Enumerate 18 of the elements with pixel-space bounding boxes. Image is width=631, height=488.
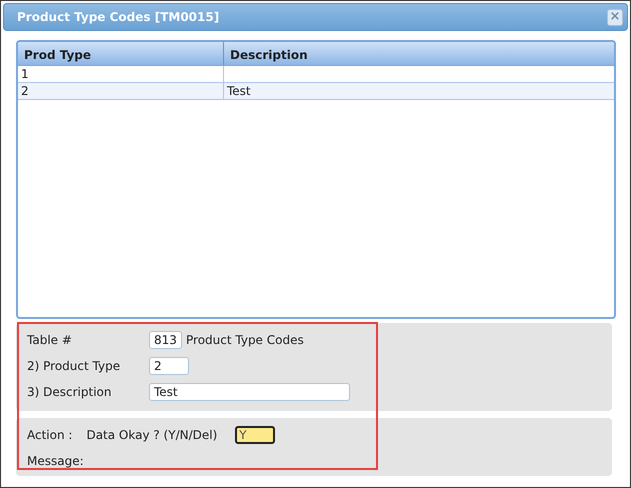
table-cell: 2 (18, 83, 224, 99)
table-name: Product Type Codes (186, 332, 304, 349)
table-cell: 1 (18, 66, 224, 82)
column-header[interactable]: Prod Type (18, 42, 224, 65)
field-label: Table # (27, 332, 73, 349)
grid-row[interactable]: 2 Test (18, 83, 614, 100)
input-field[interactable]: 2 (149, 357, 189, 375)
field-label: 2) Product Type (27, 358, 122, 375)
column-header[interactable]: Description (224, 42, 614, 65)
window-title: Product Type Codes [TM0015] (17, 9, 220, 26)
prompt-text: Data Okay ? (Y/N/Del) (86, 427, 218, 444)
message-label: Message: (27, 453, 84, 470)
field-label: 3) Description (27, 384, 112, 401)
action-label: Action : (27, 427, 72, 444)
input-field[interactable]: Test (149, 383, 350, 401)
answer-field[interactable]: Y (235, 426, 276, 444)
table-cell-text: Test (226, 83, 252, 99)
input-field[interactable]: 813 (149, 331, 182, 349)
